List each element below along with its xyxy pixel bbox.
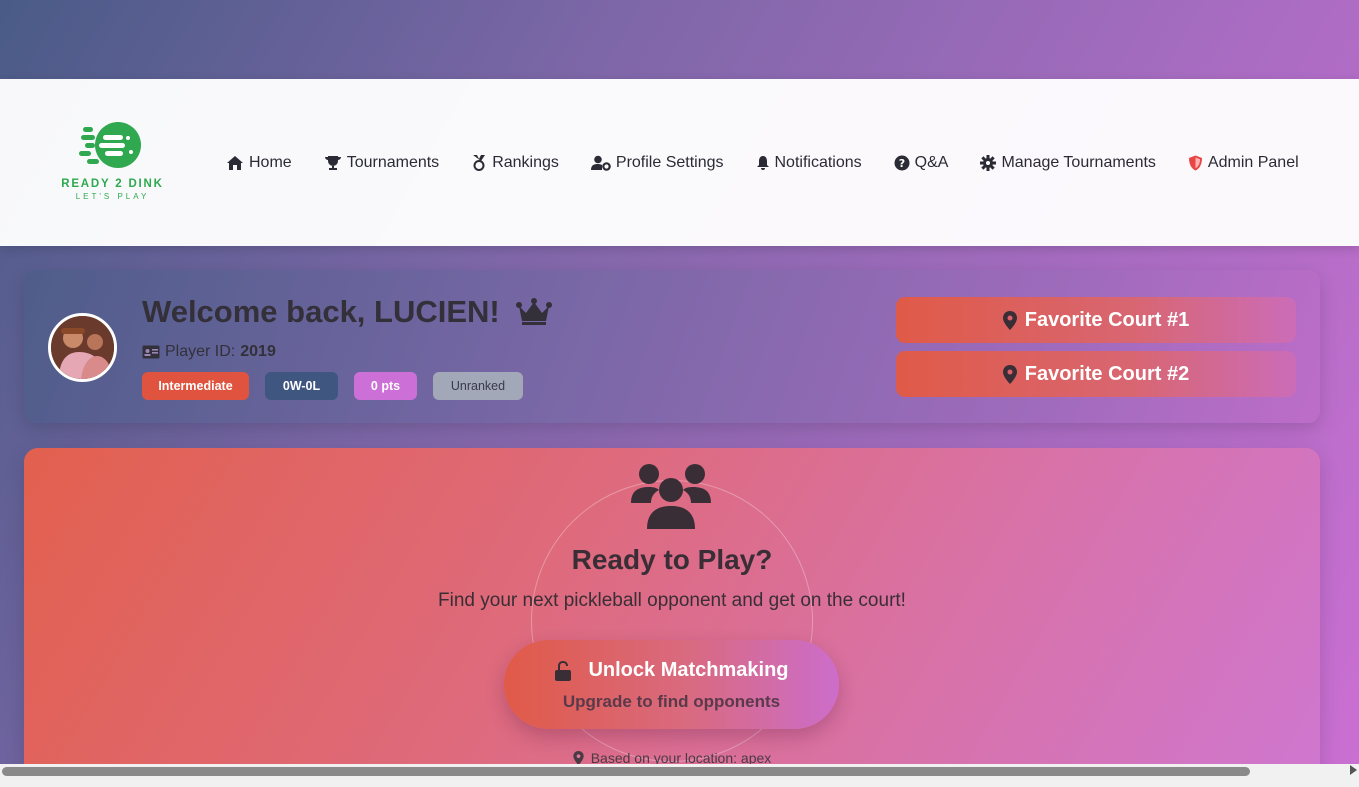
welcome-text: Welcome back, LUCIEN! [142, 294, 500, 329]
nav-notifications[interactable]: Notifications [756, 154, 862, 172]
bell-icon [756, 155, 769, 170]
ready-to-play-card: Ready to Play? Find your next pickleball… [24, 448, 1320, 778]
map-pin-icon [573, 751, 584, 765]
brand-name: READY 2 DINK [61, 178, 164, 190]
navbar: READY 2 DINK LET'S PLAY Home Tournaments… [0, 79, 1359, 246]
welcome-card: Welcome back, LUCIEN! Player ID: 2019 In… [24, 270, 1320, 423]
horizontal-scrollbar[interactable] [0, 764, 1359, 787]
id-card-icon [142, 345, 160, 359]
favorite-court-2-label: Favorite Court #2 [1024, 362, 1190, 385]
rank-badge: Unranked [433, 372, 523, 400]
unlock-matchmaking-button[interactable]: Unlock Matchmaking Upgrade to find oppon… [504, 640, 839, 729]
map-pin-icon [1002, 310, 1017, 330]
scroll-right-arrow-icon[interactable] [1350, 765, 1357, 775]
svg-text:?: ? [898, 157, 904, 170]
nav-notifications-label: Notifications [774, 153, 862, 171]
user-cog-icon [590, 155, 611, 171]
nav-profile-settings-label: Profile Settings [615, 153, 724, 171]
medal-icon [473, 155, 486, 171]
player-badges: Intermediate 0W-0L 0 pts Unranked [142, 372, 539, 400]
gear-icon [980, 154, 997, 171]
avatar-photo [51, 316, 114, 379]
nav-qa[interactable]: ? Q&A [894, 153, 949, 172]
player-id-label: Player ID: [165, 343, 236, 360]
nav-rankings-label: Rankings [492, 153, 559, 171]
avatar[interactable] [48, 313, 117, 382]
nav-tournaments[interactable]: Tournaments [324, 153, 440, 172]
play-subtitle: Find your next pickleball opponent and g… [438, 590, 906, 611]
brand-tagline: LET'S PLAY [75, 192, 150, 201]
nav-home-label: Home [249, 153, 292, 171]
points-badge: 0 pts [354, 372, 417, 400]
nav-rankings[interactable]: Rankings [471, 154, 559, 172]
nav-admin-panel[interactable]: Admin Panel [1188, 154, 1299, 172]
trophy-icon [324, 155, 341, 170]
users-icon [631, 464, 711, 529]
top-gradient-band [0, 0, 1359, 79]
nav-admin-panel-label: Admin Panel [1207, 153, 1299, 171]
player-id: Player ID: 2019 [142, 343, 276, 361]
nav-tournaments-label: Tournaments [346, 153, 440, 171]
nav-qa-label: Q&A [914, 153, 949, 171]
nav-manage-tournaments[interactable]: Manage Tournaments [980, 153, 1156, 172]
main-nav: Home Tournaments Rankings Profile Settin… [226, 79, 1299, 246]
play-title: Ready to Play? [571, 544, 773, 575]
record-badge: 0W-0L [265, 372, 338, 400]
question-icon: ? [894, 155, 910, 170]
skill-badge: Intermediate [142, 372, 249, 400]
shield-icon [1188, 155, 1202, 170]
crown-icon [515, 298, 552, 325]
logo-ball-icon [79, 122, 141, 168]
nav-home[interactable]: Home [226, 154, 292, 172]
favorite-court-1-button[interactable]: Favorite Court #1 [896, 297, 1296, 343]
map-pin-icon [1002, 364, 1017, 384]
logo[interactable]: READY 2 DINK LET'S PLAY [55, 121, 170, 203]
home-icon [227, 155, 243, 170]
favorite-court-1-label: Favorite Court #1 [1024, 308, 1190, 331]
nav-profile-settings[interactable]: Profile Settings [590, 153, 724, 172]
unlock-matchmaking-sublabel: Upgrade to find opponents [562, 692, 781, 711]
nav-manage-tournaments-label: Manage Tournaments [1001, 153, 1156, 171]
player-id-value: 2019 [240, 343, 276, 360]
unlock-icon [555, 660, 572, 681]
unlock-matchmaking-label: Unlock Matchmaking [588, 659, 789, 681]
favorite-court-2-button[interactable]: Favorite Court #2 [896, 351, 1296, 397]
welcome-heading: Welcome back, LUCIEN! [142, 294, 552, 330]
scrollbar-thumb[interactable] [2, 767, 1250, 776]
